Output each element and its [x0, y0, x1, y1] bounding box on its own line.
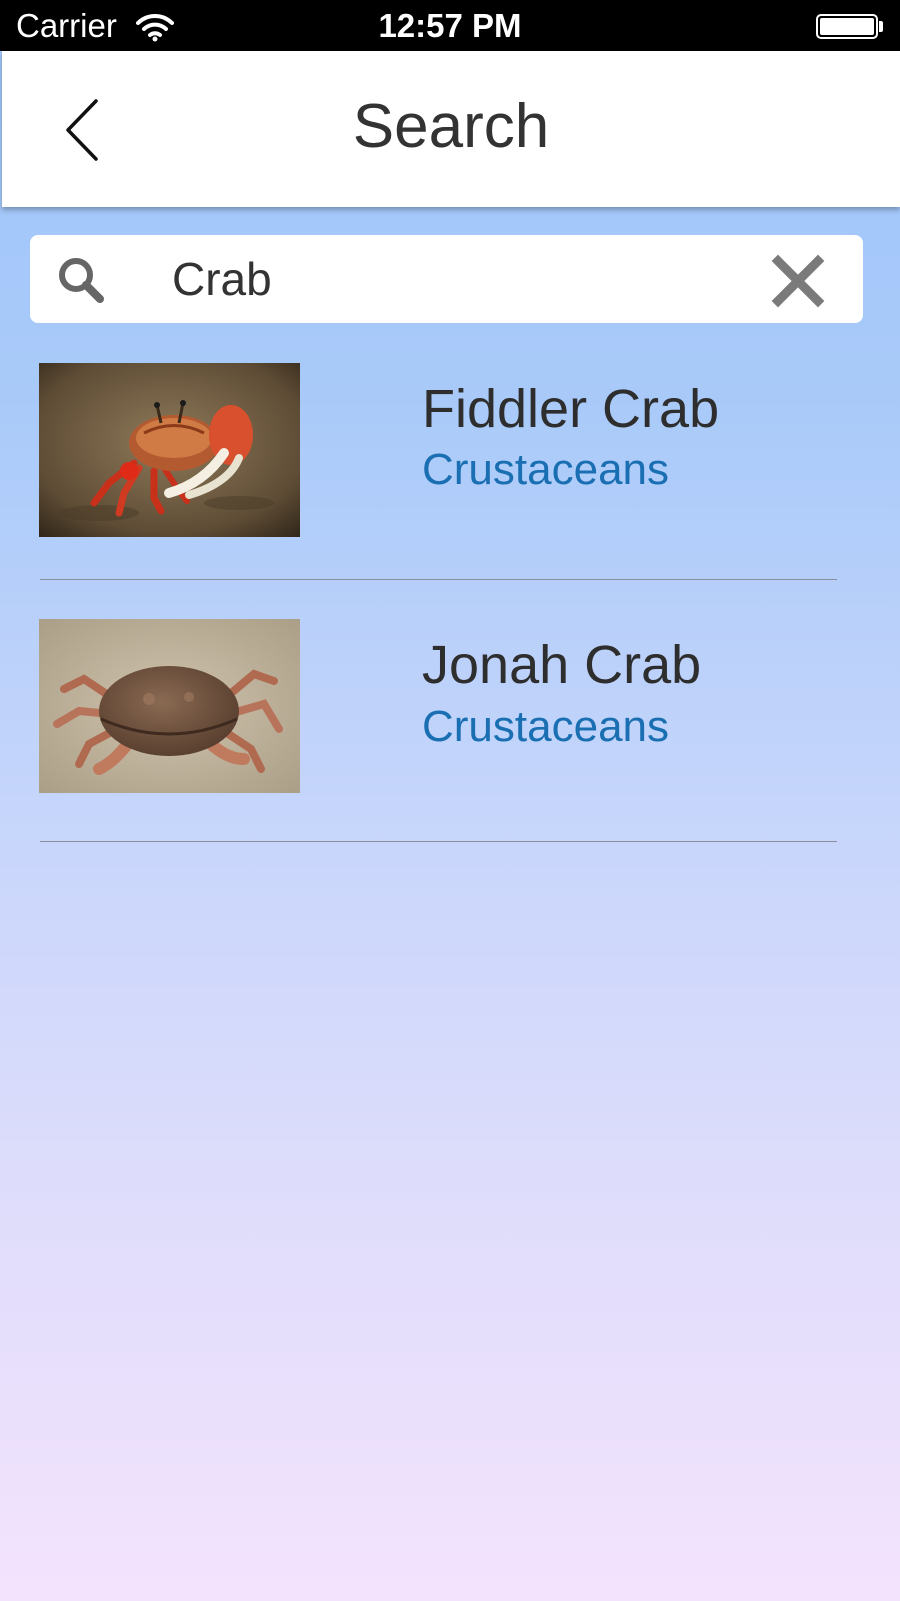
battery-tip: [879, 21, 883, 32]
search-bar: [30, 235, 863, 323]
result-category: Crustaceans: [422, 702, 670, 751]
search-icon: [56, 255, 106, 305]
nav-header: Search: [2, 51, 900, 207]
close-icon: [770, 254, 826, 313]
result-row-fiddler-crab[interactable]: Fiddler Crab Crustaceans: [0, 330, 900, 570]
divider: [40, 841, 837, 842]
search-input[interactable]: [140, 249, 772, 309]
clear-search-button[interactable]: [770, 253, 826, 309]
result-category: Crustaceans: [422, 445, 670, 494]
status-time: 12:57 PM: [378, 7, 522, 44]
jonah-crab-photo: [39, 619, 300, 793]
result-name: Jonah Crab: [422, 635, 702, 695]
battery-full-icon: [816, 14, 878, 39]
status-bar: Carrier 12:57 PM: [0, 0, 900, 51]
fiddler-crab-photo: [39, 363, 300, 537]
result-name: Fiddler Crab: [422, 379, 720, 439]
divider: [40, 579, 837, 580]
page-title: Search: [352, 92, 550, 161]
result-row-jonah-crab[interactable]: Jonah Crab Crustaceans: [0, 585, 900, 825]
battery-level: [820, 18, 874, 35]
